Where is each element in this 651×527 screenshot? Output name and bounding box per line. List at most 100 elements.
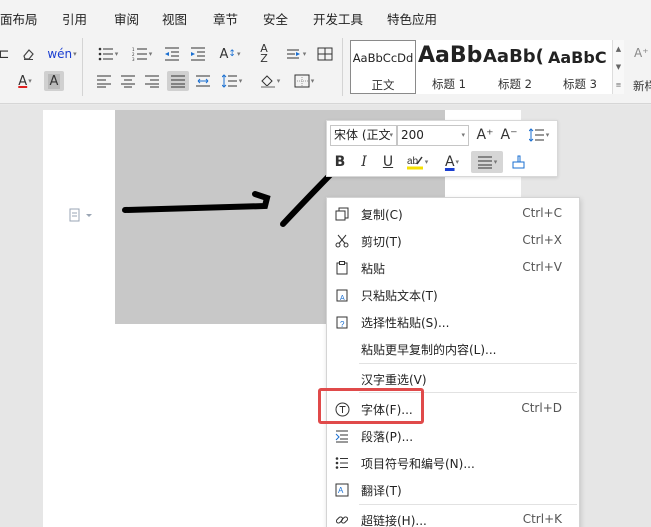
align-center-icon[interactable] xyxy=(118,71,138,91)
style-heading-3[interactable]: AaBbC 标题 3 xyxy=(547,40,612,94)
font-item-highlight-box xyxy=(318,388,424,424)
new-style-label: 新样 xyxy=(633,79,651,93)
menu-item-copy[interactable]: 复制(C) Ctrl+C xyxy=(327,200,579,227)
underline-icon: U xyxy=(382,154,394,170)
tab-chapter[interactable]: 章节 xyxy=(213,9,238,28)
style-heading-1[interactable]: AaBb 标题 1 xyxy=(416,40,482,94)
format-painter-button[interactable] xyxy=(507,151,529,173)
menu-item-hyperlink[interactable]: 超链接(H)... Ctrl+K xyxy=(327,506,579,527)
decrease-indent-icon[interactable]: ⊏ xyxy=(0,44,14,64)
highlight-button[interactable]: ab ▾ xyxy=(401,151,433,173)
menu-item-label: 只粘贴文本(T) xyxy=(361,289,438,303)
new-style-button[interactable]: A⁺ 新样 xyxy=(628,42,651,96)
underline-button[interactable]: U xyxy=(377,151,399,173)
phonetic-guide-icon[interactable]: wén ▾ xyxy=(47,44,76,64)
svg-text:A: A xyxy=(340,295,345,302)
paragraph-marker-icon[interactable] xyxy=(69,208,93,226)
char-shading-icon[interactable]: A xyxy=(44,71,64,91)
paste-text-icon: A xyxy=(333,286,351,304)
menu-bar: 面布局 引用 审阅 视图 章节 安全 开发工具 特色应用 xyxy=(0,0,651,34)
font-size-value: 200 xyxy=(401,128,424,142)
style-heading-2[interactable]: AaBb( 标题 2 xyxy=(482,40,548,94)
menu-item-paste-text-only[interactable]: A 只粘贴文本(T) xyxy=(327,281,579,308)
style-heading-2-label: 标题 2 xyxy=(498,77,532,91)
style-normal-sample: AaBbCcDd xyxy=(352,51,414,65)
svg-text:ab: ab xyxy=(407,156,419,167)
bold-button[interactable]: B xyxy=(329,151,351,173)
menu-item-bullets-numbering[interactable]: 项目符号和编号(N)... xyxy=(327,449,579,476)
svg-text:?: ? xyxy=(340,320,345,329)
document-text-value: 一个 xyxy=(150,150,152,151)
tab-security[interactable]: 安全 xyxy=(263,9,288,28)
tab-review[interactable]: 审阅 xyxy=(114,9,139,28)
style-normal[interactable]: AaBbCcDd 正文 xyxy=(350,40,416,94)
justify-button[interactable]: ▾ xyxy=(471,151,503,173)
grow-font-button[interactable]: A⁺ xyxy=(474,124,496,146)
decrease-indent-icon[interactable] xyxy=(162,44,182,64)
italic-button[interactable]: I xyxy=(353,151,375,173)
italic-icon: I xyxy=(361,154,367,170)
hyperlink-icon xyxy=(333,511,351,527)
context-menu: 复制(C) Ctrl+C 剪切(T) Ctrl+X 粘贴 Ctrl+V A 只粘… xyxy=(326,197,580,527)
expand-gallery-icon[interactable]: ≡ xyxy=(613,76,624,94)
menu-item-label: 复制(C) xyxy=(361,208,403,222)
style-gallery-scroll[interactable]: ▲ ▼ ≡ xyxy=(612,40,624,94)
tab-special-apps[interactable]: 特色应用 xyxy=(387,9,437,28)
eraser-icon[interactable] xyxy=(18,44,38,64)
highlight-icon: ab xyxy=(406,156,423,170)
tab-view[interactable]: 视图 xyxy=(162,9,187,28)
change-case-icon[interactable]: A ↕ ▾ xyxy=(216,44,244,64)
bullets-icon xyxy=(333,454,351,472)
font-name-select[interactable]: 宋体 (正文 ▾ xyxy=(330,125,397,146)
paste-icon xyxy=(333,259,351,277)
format-painter-icon xyxy=(512,155,525,169)
shrink-font-button[interactable]: A⁻ xyxy=(498,124,520,146)
menu-item-shortcut: Ctrl+D xyxy=(521,401,562,415)
menu-item-label: 段落(P)... xyxy=(361,430,414,444)
menu-item-shortcut: Ctrl+K xyxy=(522,512,562,526)
chevron-up-icon[interactable]: ▲ xyxy=(613,40,624,58)
ribbon: ⊏ wén ▾ A ▾ A ▾ 1 2 3 ▾ A ↕ ▾ AZ ▾ ▾ ▾ ▾… xyxy=(0,34,651,104)
font-color-button[interactable]: A ▾ xyxy=(437,151,467,173)
line-spacing-icon[interactable]: ▾ xyxy=(218,71,246,91)
menu-item-cut[interactable]: 剪切(T) Ctrl+X xyxy=(327,227,579,254)
align-left-icon[interactable] xyxy=(94,71,114,91)
style-heading-1-label: 标题 1 xyxy=(432,77,466,91)
menu-item-shortcut: Ctrl+X xyxy=(522,233,562,247)
menu-item-label: 项目符号和编号(N)... xyxy=(361,457,475,471)
chevron-down-icon: ▾ xyxy=(461,131,465,139)
borders-icon[interactable]: ▾ xyxy=(290,71,318,91)
bullets-icon[interactable]: ▾ xyxy=(94,44,122,64)
menu-item-paragraph[interactable]: 段落(P)... xyxy=(327,422,579,449)
copy-icon xyxy=(333,205,351,223)
distributed-icon[interactable] xyxy=(193,71,213,91)
menu-item-translate[interactable]: A 翻译(T) xyxy=(327,476,579,503)
menu-item-paste-earlier[interactable]: 粘贴更早复制的内容(L)... xyxy=(327,335,579,362)
font-size-select[interactable]: 200 ▾ xyxy=(397,125,469,146)
tab-references[interactable]: 引用 xyxy=(62,9,87,28)
svg-text:3: 3 xyxy=(132,57,135,61)
menu-item-paste[interactable]: 粘贴 Ctrl+V xyxy=(327,254,579,281)
style-heading-1-sample: AaBb xyxy=(418,43,482,68)
chevron-down-icon[interactable]: ▼ xyxy=(613,58,624,76)
table-grid-icon[interactable] xyxy=(315,44,335,64)
menu-item-shortcut: Ctrl+V xyxy=(522,260,562,274)
justify-icon[interactable] xyxy=(167,71,189,91)
align-right-icon[interactable] xyxy=(142,71,162,91)
shading-icon[interactable]: ▾ xyxy=(256,71,284,91)
menu-separator xyxy=(359,504,577,505)
style-normal-label: 正文 xyxy=(371,78,395,92)
svg-text:A: A xyxy=(338,486,344,495)
paste-special-icon: ? xyxy=(333,313,351,331)
tab-developer[interactable]: 开发工具 xyxy=(313,9,363,28)
line-spacing-button[interactable]: ▾ xyxy=(524,124,554,146)
sort-icon[interactable]: AZ xyxy=(254,43,274,64)
increase-indent-icon[interactable] xyxy=(188,44,208,64)
menu-item-paste-special[interactable]: ? 选择性粘贴(S)... xyxy=(327,308,579,335)
text-direction-icon[interactable]: ▾ xyxy=(282,44,310,64)
tab-page-layout[interactable]: 面布局 xyxy=(0,9,38,28)
ribbon-separator xyxy=(82,38,83,96)
font-color-icon[interactable]: A ▾ xyxy=(10,71,40,91)
numbering-icon[interactable]: 1 2 3 ▾ xyxy=(128,44,156,64)
bold-icon: B xyxy=(334,154,346,170)
